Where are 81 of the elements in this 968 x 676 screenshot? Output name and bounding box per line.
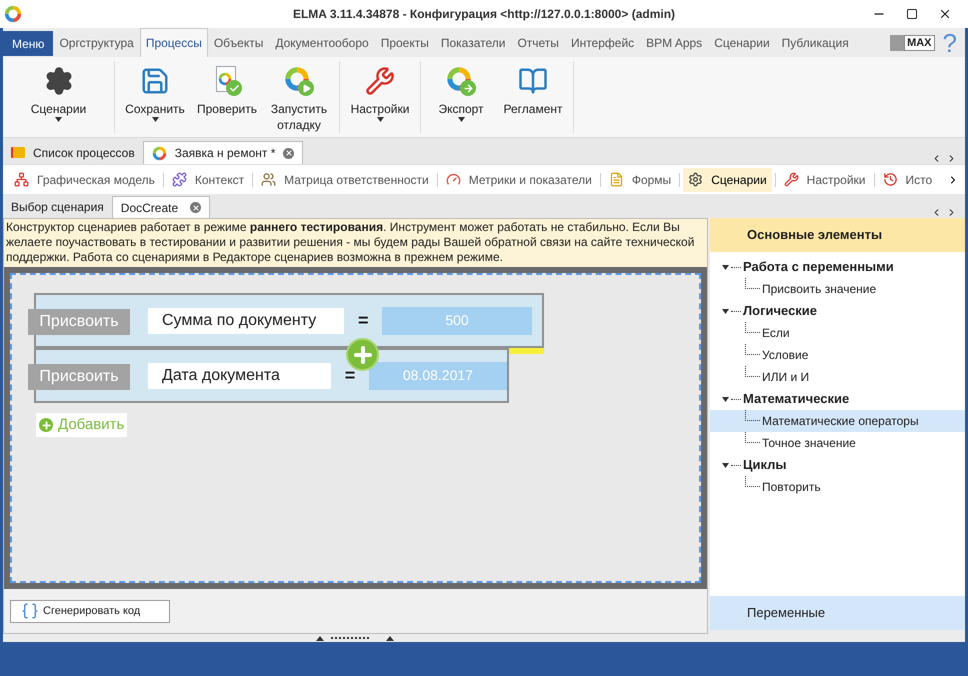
- tree-item[interactable]: Условие: [710, 344, 965, 366]
- close-tab-icon[interactable]: [283, 148, 294, 158]
- users-icon: [261, 172, 276, 187]
- tree-group[interactable]: Циклы: [710, 454, 787, 476]
- view-tab[interactable]: Настройки: [778, 168, 870, 192]
- assign-label: Присвоить: [28, 364, 130, 390]
- menu-tab[interactable]: Документооборо: [269, 28, 375, 57]
- document-tab[interactable]: Список процессов: [3, 141, 143, 164]
- menu-tab[interactable]: BPM Apps: [640, 28, 708, 57]
- menu-tab[interactable]: Процессы: [140, 28, 208, 57]
- history-icon: [882, 172, 898, 187]
- menu-tab[interactable]: Показатели: [434, 28, 512, 57]
- caret-icon: [722, 308, 729, 314]
- tools-icon: [365, 66, 395, 96]
- notice-text: Конструктор сценариев работает в режиме раннего тестирования. Инструмент может работать не стабильно. Если Вы желаете поучаствовать в тестировании и развитии решения - мы будем рады Вашей обратной связи на сайте технической поддержки. Работа со сценариями в Редакторе сценариев возможна в прежнем режиме.: [4, 219, 707, 267]
- variables-tab[interactable]: Переменные: [710, 596, 965, 630]
- play-icon: [302, 84, 310, 92]
- ribbon-button[interactable]: Экспорт: [425, 61, 497, 133]
- window-title: ELMA 3.11.4.34878 - Конфигурация <http://127.0.0.1:8000> (admin): [292, 6, 676, 23]
- caret-icon: [722, 396, 729, 402]
- braces-icon: [21, 602, 39, 620]
- tree-item[interactable]: Точное значение: [710, 432, 965, 454]
- document-tab[interactable]: Заявка н ремонт *: [142, 141, 304, 164]
- ribbon-button[interactable]: Сохранить: [119, 61, 191, 133]
- tree-item[interactable]: ИЛИ и И: [710, 366, 965, 388]
- caret-icon: [722, 462, 729, 468]
- ribbon-button[interactable]: Настройки: [344, 61, 416, 133]
- gauge-icon: [446, 172, 461, 187]
- menu-tab[interactable]: Публикация: [776, 28, 855, 57]
- palette-header: Основные элементы: [710, 218, 965, 252]
- ribbon-button[interactable]: Сценарии: [22, 61, 94, 133]
- scenario-tab[interactable]: DocCreate: [112, 196, 210, 218]
- generate-code-button[interactable]: Сгенерировать код: [10, 600, 170, 622]
- toggle-track: [890, 34, 904, 50]
- logo-icon: [4, 5, 22, 23]
- check-icon: [228, 82, 240, 94]
- view-tab[interactable]: Матрица ответственности: [256, 168, 434, 192]
- ribbon-button[interactable]: Проверить: [191, 61, 263, 133]
- splitter-handle-icon[interactable]: [316, 635, 396, 641]
- view-tab[interactable]: Исто: [878, 168, 938, 192]
- variable-field[interactable]: Дата документа: [148, 362, 331, 388]
- tree-item[interactable]: Математические операторы: [710, 410, 965, 432]
- view-tab[interactable]: Графическая модель: [9, 168, 160, 192]
- form-icon: [608, 172, 624, 187]
- caret-icon: [722, 264, 729, 270]
- tree-group[interactable]: Работа с переменными: [710, 256, 894, 278]
- ribbon-button[interactable]: Запустить отладку: [263, 61, 335, 133]
- maximize-icon[interactable]: [906, 8, 918, 20]
- book-icon: [518, 66, 548, 96]
- diagram-icon: [14, 172, 29, 187]
- puzzle-icon: [172, 172, 187, 187]
- view-tab[interactable]: Формы: [604, 168, 676, 192]
- assign-label: Присвоить: [28, 309, 130, 335]
- menu-tab[interactable]: Сценарии: [708, 28, 776, 57]
- menu-tab[interactable]: Объекты: [208, 28, 270, 57]
- view-tab[interactable]: Метрики и показатели: [440, 168, 597, 192]
- tree-item[interactable]: Повторить: [710, 476, 965, 498]
- max-badge[interactable]: MAX: [904, 34, 935, 50]
- variable-field[interactable]: Сумма по документу: [148, 308, 344, 334]
- view-tab[interactable]: Контекст: [166, 168, 250, 192]
- tools-icon: [784, 172, 799, 187]
- menu-tab[interactable]: Оргструктура: [53, 28, 140, 57]
- scenario-tab[interactable]: Выбор сценария: [3, 196, 112, 218]
- plus-icon: [39, 418, 53, 432]
- arrow-right-icon: [462, 82, 474, 94]
- menu-tab[interactable]: Проекты: [374, 28, 435, 57]
- tree-group[interactable]: Логические: [710, 300, 818, 322]
- tree-group[interactable]: Математические: [710, 388, 850, 410]
- tree-item[interactable]: Если: [710, 322, 965, 344]
- ribbon-button[interactable]: Регламент: [497, 61, 569, 133]
- menu-button[interactable]: Меню: [3, 31, 54, 56]
- operator-text: =: [358, 309, 368, 332]
- tree-item[interactable]: Присвоить значение: [710, 278, 965, 300]
- menu-tab[interactable]: Интерфейс: [564, 28, 640, 57]
- close-tab-icon[interactable]: [190, 202, 202, 213]
- view-tab[interactable]: Сценарии: [683, 168, 772, 192]
- operator-text: =: [344, 364, 355, 387]
- folder-icon: [11, 147, 25, 158]
- menu-tab[interactable]: Отчеты: [511, 28, 565, 57]
- close-icon[interactable]: [938, 7, 952, 21]
- logo-icon: [152, 146, 167, 160]
